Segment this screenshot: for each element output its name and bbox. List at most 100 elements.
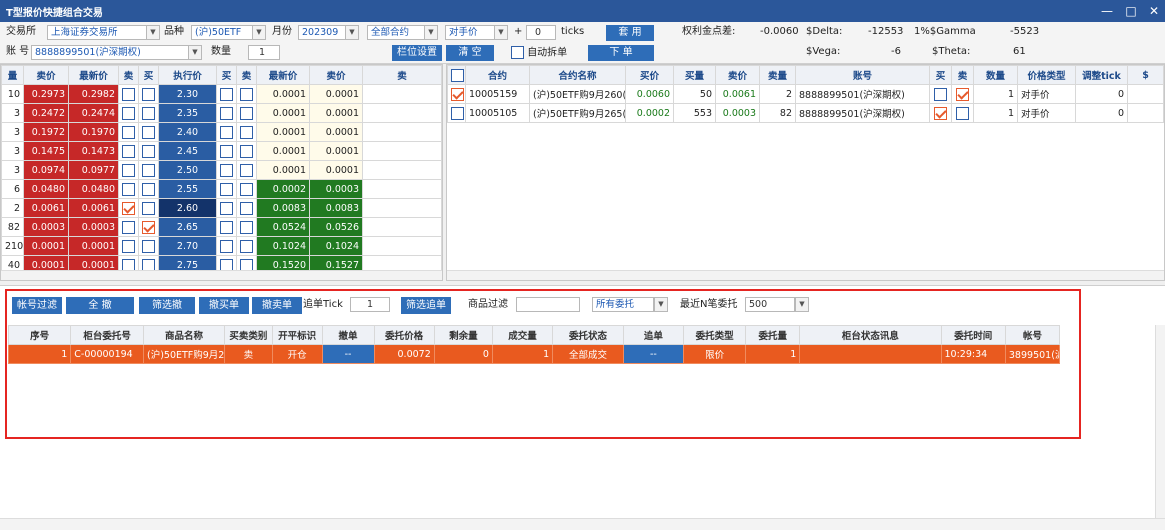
call-last-cell[interactable]: 0.0001 xyxy=(68,236,119,256)
filter-cancel-button[interactable]: 筛选撤 xyxy=(139,297,195,314)
orders-header[interactable]: 柜台状态讯息 xyxy=(799,325,942,345)
orders-header[interactable]: 委托类型 xyxy=(682,325,747,345)
maximize-icon[interactable]: □ xyxy=(1120,2,1142,20)
order-cancel-cell[interactable]: -- xyxy=(321,344,375,364)
call-buy-checkbox[interactable] xyxy=(142,106,155,120)
select-all-checkbox[interactable] xyxy=(451,68,464,82)
put-buy-checkbox-cell[interactable] xyxy=(216,179,237,199)
legs-header[interactable]: 调整tick xyxy=(1075,65,1128,85)
call-last-cell[interactable]: 0.2474 xyxy=(68,103,119,123)
account-filter-button[interactable]: 帐号过滤 xyxy=(12,297,62,314)
call-buy-checkbox[interactable] xyxy=(142,239,155,253)
call-last-cell[interactable]: 0.0977 xyxy=(68,160,119,180)
put-sell-checkbox-cell[interactable] xyxy=(236,84,257,104)
horizontal-scrollbar[interactable] xyxy=(1,270,442,280)
orders-header[interactable]: 商品名称 xyxy=(142,325,225,345)
put-ask-cell[interactable]: 0.0001 xyxy=(309,122,363,142)
chevron-down-icon[interactable]: ▼ xyxy=(424,25,438,40)
put-last-cell[interactable]: 0.0083 xyxy=(256,198,310,218)
call-sell-checkbox-cell[interactable] xyxy=(118,179,139,199)
order-filter-select[interactable]: 所有委托 xyxy=(592,297,654,312)
call-ask-cell[interactable]: 0.0480 xyxy=(23,179,69,199)
call-ask-cell[interactable]: 0.1972 xyxy=(23,122,69,142)
table-row[interactable]: 82 0.0003 0.0003 2.65 0.0524 0.0526 xyxy=(1,217,442,237)
call-sell-checkbox-cell[interactable] xyxy=(118,236,139,256)
chevron-down-icon[interactable]: ▼ xyxy=(795,297,809,312)
call-last-cell[interactable]: 0.0480 xyxy=(68,179,119,199)
call-buy-checkbox-cell[interactable] xyxy=(138,160,159,180)
call-buy-checkbox[interactable] xyxy=(142,182,155,196)
put-sell-checkbox[interactable] xyxy=(240,182,253,196)
call-buy-checkbox-cell[interactable] xyxy=(138,141,159,161)
orders-header[interactable]: 委托时间 xyxy=(940,325,1006,345)
chevron-down-icon[interactable]: ▼ xyxy=(345,25,359,40)
put-buy-checkbox-cell[interactable] xyxy=(216,84,237,104)
put-buy-checkbox[interactable] xyxy=(220,239,233,253)
call-sell-checkbox-cell[interactable] xyxy=(118,122,139,142)
call-last-cell[interactable]: 0.0061 xyxy=(68,198,119,218)
call-ask-cell[interactable]: 0.0974 xyxy=(23,160,69,180)
call-buy-checkbox-cell[interactable] xyxy=(138,122,159,142)
call-sell-checkbox[interactable] xyxy=(122,220,135,234)
orders-header[interactable]: 帐号 xyxy=(1004,325,1061,345)
tquote-header[interactable]: 卖 xyxy=(362,65,442,85)
legs-header[interactable]: 账号 xyxy=(795,65,930,85)
table-row[interactable]: 3 0.2472 0.2474 2.35 0.0001 0.0001 xyxy=(1,103,442,123)
put-buy-checkbox[interactable] xyxy=(220,220,233,234)
order-follow-cell[interactable]: -- xyxy=(622,344,684,364)
row-select-checkbox[interactable] xyxy=(451,106,464,120)
call-buy-checkbox[interactable] xyxy=(142,87,155,101)
legs-header[interactable]: 数量 xyxy=(973,65,1018,85)
put-buy-checkbox-cell[interactable] xyxy=(216,236,237,256)
put-buy-checkbox-cell[interactable] xyxy=(216,103,237,123)
put-last-cell[interactable]: 0.0001 xyxy=(256,160,310,180)
table-row[interactable]: 2 0.0061 0.0061 2.60 0.0083 0.0083 xyxy=(1,198,442,218)
month-select[interactable]: 202309 xyxy=(298,25,346,40)
orders-header[interactable]: 柜台委托号 xyxy=(70,325,144,345)
call-sell-checkbox-cell[interactable] xyxy=(118,84,139,104)
put-sell-checkbox-cell[interactable] xyxy=(236,141,257,161)
row-select-checkbox[interactable] xyxy=(451,87,464,101)
put-sell-checkbox[interactable] xyxy=(240,201,253,215)
vertical-scrollbar[interactable] xyxy=(1155,325,1165,520)
table-row[interactable]: 10 0.2973 0.2982 2.30 0.0001 0.0001 xyxy=(1,84,442,104)
product-filter-input[interactable] xyxy=(516,297,580,312)
qty-stepper[interactable]: 1 xyxy=(973,84,1018,104)
table-row[interactable]: 3 0.1972 0.1970 2.40 0.0001 0.0001 xyxy=(1,122,442,142)
sell-checkbox-cell[interactable] xyxy=(951,103,974,123)
filter-follow-button[interactable]: 筛选追单 xyxy=(401,297,451,314)
auto-split-checkbox[interactable]: 自动拆单 xyxy=(511,46,567,61)
horizontal-scrollbar[interactable] xyxy=(0,518,1165,530)
call-buy-checkbox[interactable] xyxy=(142,220,155,234)
tquote-header[interactable]: 卖价 xyxy=(309,65,363,85)
call-ask-cell[interactable]: 0.0003 xyxy=(23,217,69,237)
put-last-cell[interactable]: 0.0001 xyxy=(256,84,310,104)
call-buy-checkbox-cell[interactable] xyxy=(138,84,159,104)
tquote-header[interactable]: 卖 xyxy=(118,65,139,85)
call-sell-checkbox[interactable] xyxy=(122,239,135,253)
contract-filter-select[interactable]: 全部合约 xyxy=(367,25,425,40)
exchange-select[interactable]: 上海证券交易所 xyxy=(47,25,147,40)
table-row[interactable]: 10005105 (沪)50ETF购9月265(0.0002 553 0.0003 82… xyxy=(447,103,1164,123)
put-ask-cell[interactable]: 0.0083 xyxy=(309,198,363,218)
tquote-header[interactable]: 卖价 xyxy=(23,65,69,85)
put-sell-checkbox-cell[interactable] xyxy=(236,160,257,180)
put-sell-checkbox[interactable] xyxy=(240,239,253,253)
put-buy-checkbox-cell[interactable] xyxy=(216,217,237,237)
chevron-down-icon[interactable]: ▼ xyxy=(146,25,160,40)
place-order-button[interactable]: 下 单 xyxy=(588,45,654,61)
put-buy-checkbox[interactable] xyxy=(220,106,233,120)
put-sell-checkbox-cell[interactable] xyxy=(236,198,257,218)
ticks-stepper[interactable]: 0 xyxy=(526,25,556,40)
sell-checkbox[interactable] xyxy=(956,106,969,120)
put-sell-checkbox[interactable] xyxy=(240,125,253,139)
table-row[interactable]: 3 0.1475 0.1473 2.45 0.0001 0.0001 xyxy=(1,141,442,161)
put-last-cell[interactable]: 0.0001 xyxy=(256,103,310,123)
call-buy-checkbox[interactable] xyxy=(142,163,155,177)
put-sell-checkbox-cell[interactable] xyxy=(236,179,257,199)
put-buy-checkbox-cell[interactable] xyxy=(216,160,237,180)
orders-header[interactable]: 委托价格 xyxy=(373,325,435,345)
call-buy-checkbox-cell[interactable] xyxy=(138,198,159,218)
call-ask-cell[interactable]: 0.0061 xyxy=(23,198,69,218)
qty-stepper[interactable]: 1 xyxy=(973,103,1018,123)
